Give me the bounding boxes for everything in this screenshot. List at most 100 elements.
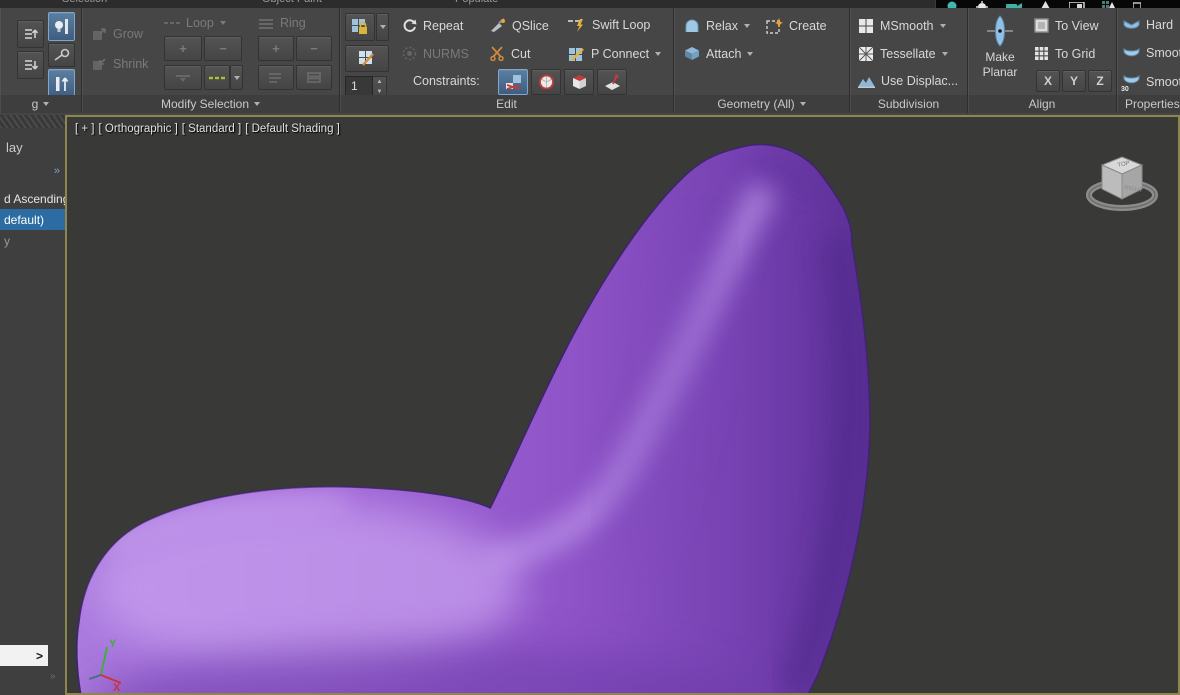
loop-button[interactable]: Loop [164, 16, 226, 30]
viewport-menu-general[interactable]: [ + ] [75, 123, 95, 135]
to-grid-button[interactable]: To Grid [1034, 46, 1095, 61]
align-x-button[interactable]: X [1036, 70, 1060, 92]
grow-icon [93, 28, 106, 40]
grid-lock-icon [352, 19, 367, 34]
viewport-menu-shading[interactable]: [ Default Shading ] [245, 123, 340, 135]
constraint-normal-icon [604, 74, 620, 90]
qslice-button[interactable]: QSlice [490, 18, 549, 33]
show-end-result-toggle[interactable] [48, 12, 75, 41]
hard-button[interactable]: Hard [1123, 18, 1173, 32]
more-chevrons-icon[interactable]: » [50, 671, 55, 682]
scene-explorer-sliver: lay » d Ascending) default) y > » [0, 115, 65, 695]
chair-model[interactable] [67, 117, 1178, 693]
list-item[interactable]: d Ascending) [0, 188, 65, 209]
viewport-menu-pov[interactable]: [ Orthographic ] [99, 123, 178, 135]
panel-label-geometry[interactable]: Geometry (All) [674, 95, 850, 113]
smooth-button[interactable]: Smooth [1123, 46, 1180, 60]
panel-label-modify-selection[interactable]: Modify Selection [82, 95, 340, 113]
cut-button[interactable]: Cut [490, 46, 530, 61]
repeat-icon [403, 19, 417, 32]
tessellate-button[interactable]: Tessellate [858, 46, 948, 62]
sidebar-partial-label: lay [6, 140, 23, 155]
grow-button[interactable]: Grow [92, 26, 143, 41]
loop-dot-button[interactable] [164, 65, 202, 90]
dropdown-caret-icon [941, 52, 948, 56]
tab-object-paint[interactable]: Object Paint [262, 0, 322, 5]
pin-icon [54, 48, 69, 61]
axis-y-label: Y [109, 638, 117, 650]
repeat-button[interactable]: Repeat [402, 18, 463, 33]
swift-loop-icon [568, 19, 583, 32]
attach-button[interactable]: Attach [684, 46, 754, 61]
shrink-button[interactable]: Shrink [92, 56, 148, 71]
preserve-uvs-button[interactable] [345, 13, 375, 41]
scissors-icon [490, 46, 504, 61]
loop-grow-button[interactable]: + [164, 36, 202, 61]
constraint-none-button[interactable] [498, 69, 528, 95]
use-displacement-button[interactable]: Use Displac... [858, 74, 958, 88]
pin-stack-button[interactable] [48, 43, 75, 67]
bars-up-icon [56, 76, 69, 91]
hard-edge-icon [1123, 19, 1140, 29]
grid-brush-icon [359, 50, 374, 66]
tab-selection[interactable]: Selection [62, 0, 107, 5]
spinner-value[interactable]: 1 [345, 76, 373, 96]
loop-mode-caret-button[interactable] [230, 65, 243, 90]
ring-shrink-button[interactable]: − [296, 36, 332, 61]
list-item-selected[interactable]: default) [0, 209, 65, 230]
panel-label-properties[interactable]: Properties [1117, 95, 1180, 113]
previous-modifier-button[interactable] [17, 51, 44, 79]
panel-subdivision: MSmooth Tessellate Use Displac... [850, 8, 968, 95]
msmooth-button[interactable]: MSmooth [858, 18, 946, 34]
nurms-button[interactable]: NURMS [402, 46, 469, 61]
viewcube[interactable]: TOP RIGHT [1080, 145, 1164, 221]
loop-shrink-button[interactable]: − [204, 36, 242, 61]
ring-button[interactable]: Ring [258, 16, 306, 30]
viewport[interactable]: [ + ] [ Orthographic ] [ Standard ] [ De… [65, 115, 1180, 695]
panel-modify-selection: Grow Shrink Loop + − Ring + − [82, 8, 340, 95]
constraint-face-icon [572, 74, 586, 89]
loop-mode-toggle[interactable] [204, 65, 230, 90]
p-connect-button[interactable]: P Connect [568, 46, 662, 62]
panel-label-align[interactable]: Align [968, 95, 1117, 113]
swift-loop-button[interactable]: Swift Loop [568, 18, 650, 32]
to-view-icon [1034, 18, 1049, 33]
panel-label-subdivision[interactable]: Subdivision [850, 95, 968, 113]
scrollbar-button[interactable]: > [0, 645, 48, 666]
ring-shift-button[interactable] [258, 65, 294, 90]
nurms-icon [402, 46, 417, 61]
dashed-green-icon [209, 76, 225, 79]
constraint-normal-button[interactable] [597, 69, 627, 95]
spinner-up-icon[interactable]: ▲ [373, 77, 386, 87]
ring-icon [259, 18, 273, 29]
relax-icon [685, 19, 699, 32]
next-modifier-button[interactable] [17, 20, 44, 48]
panel-caret-icon [799, 102, 806, 106]
make-planar-button[interactable]: Make Planar [976, 14, 1024, 92]
tab-populate[interactable]: Populate [455, 0, 498, 5]
create-button[interactable]: Create [766, 18, 827, 34]
constraint-face-button[interactable] [564, 69, 594, 95]
constraint-edge-button[interactable] [531, 69, 561, 95]
dropdown-caret-icon [233, 75, 240, 80]
relax-button[interactable]: Relax [684, 18, 750, 33]
ring-shift-alt-button[interactable] [296, 65, 332, 90]
list-item[interactable]: y [0, 230, 65, 251]
to-view-button[interactable]: To View [1034, 18, 1099, 33]
viewport-label: [ + ] [ Orthographic ] [ Standard ] [ De… [75, 123, 340, 135]
expand-chevrons-icon[interactable]: » [54, 165, 60, 177]
preserve-uvs-caret-button[interactable] [376, 13, 389, 41]
stack-down-icon [24, 60, 38, 70]
align-z-button[interactable]: Z [1088, 70, 1112, 92]
tweak-button[interactable] [345, 45, 389, 72]
ring-grow-button[interactable]: + [258, 36, 294, 61]
viewport-menu-renderer[interactable]: [ Standard ] [182, 123, 241, 135]
make-planar-icon [987, 15, 1013, 47]
panel-label-polygon-modeling[interactable]: g [0, 95, 82, 113]
panel-caret-icon [254, 102, 261, 106]
viewcube-cube[interactable]: TOP RIGHT [1100, 156, 1143, 200]
smooth-30-button[interactable]: 30 Smooth [1121, 74, 1180, 93]
align-y-button[interactable]: Y [1062, 70, 1086, 92]
use-soft-selection-toggle[interactable] [48, 69, 75, 98]
panel-label-edit[interactable]: Edit [340, 95, 674, 113]
